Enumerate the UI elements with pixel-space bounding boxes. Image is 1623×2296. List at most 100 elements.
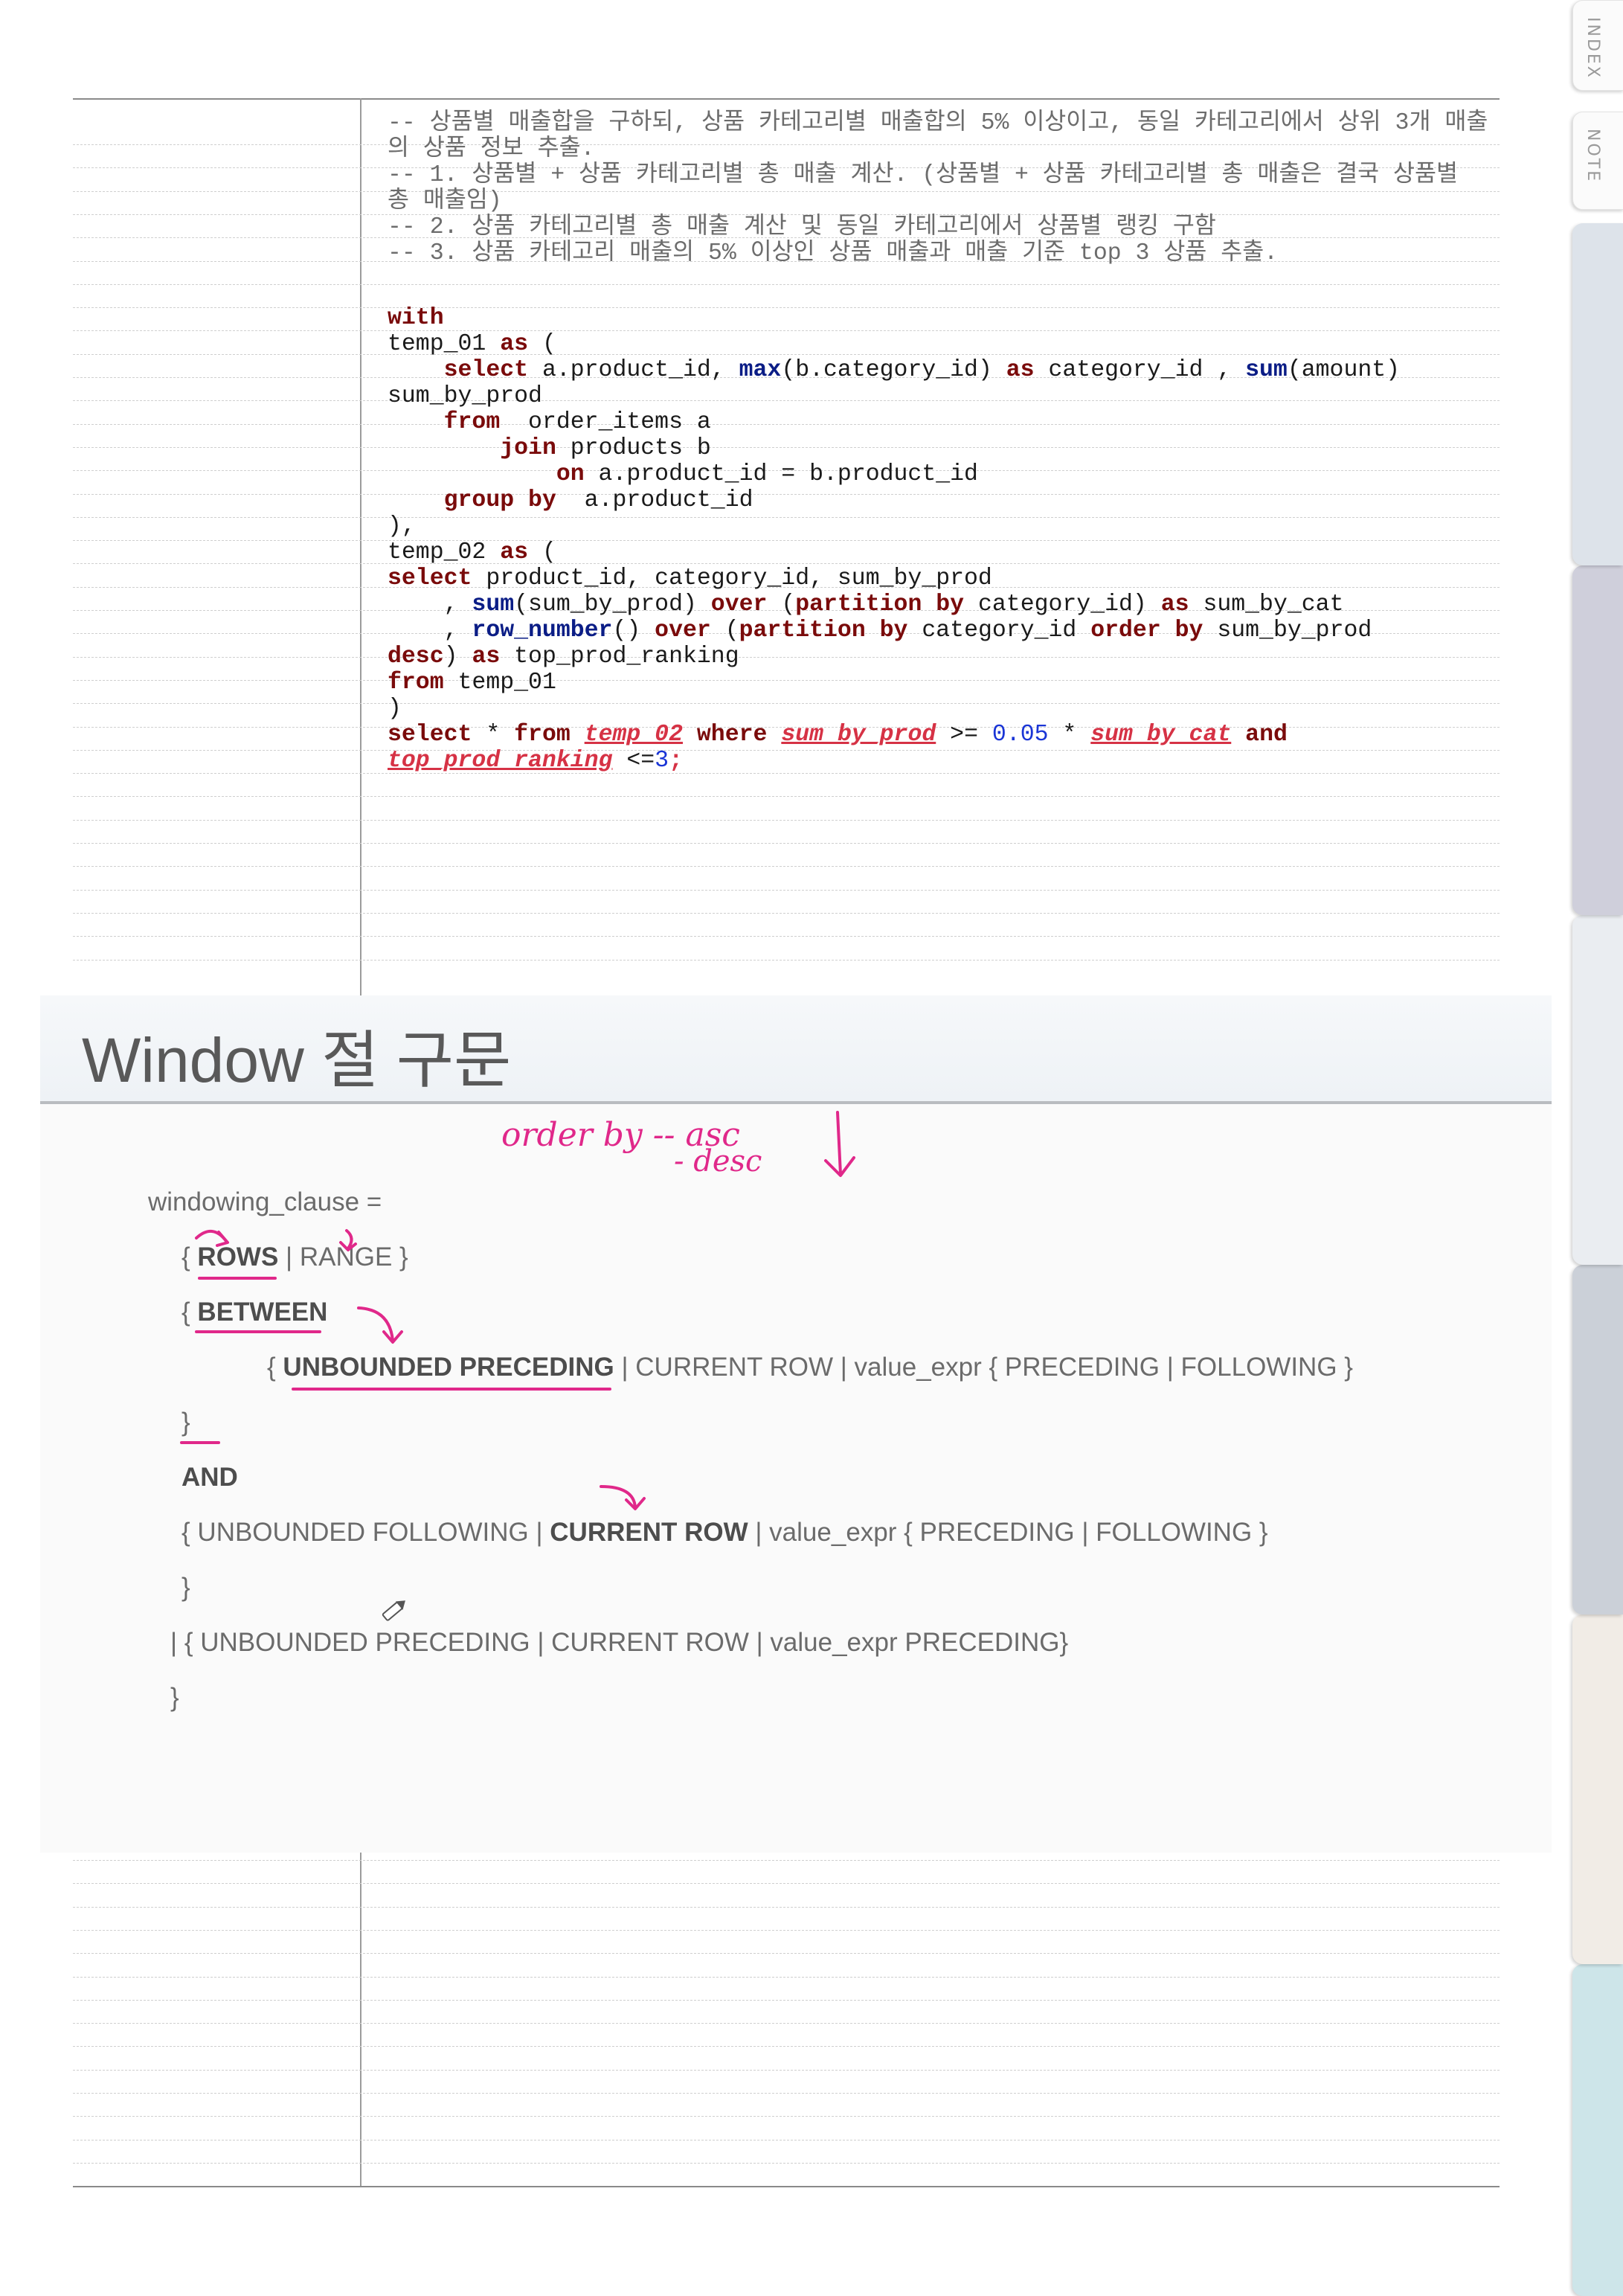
code-text: ( [528,331,556,357]
code-hl: sum_by_prod [781,722,936,748]
curved-arrow-icon [600,1485,646,1510]
ruled-line [73,353,1500,355]
code-comment-line: -- 1. 상품별 + 상품 카테고리별 총 매출 계산. (상품별 + 상품 … [388,162,1458,188]
code-line: ) [388,696,402,722]
tab-color-6[interactable] [1572,1614,1623,1964]
code-text: >= [936,722,992,748]
code-kw: group by [443,487,556,513]
handwritten-annotations: order by -- asc - desc [180,1111,855,1621]
code-text: (b.category_id) [781,357,1006,383]
tab-label: NOTE [1584,129,1602,184]
ruled-line [73,493,1500,495]
ruled-line [73,563,1500,565]
tab-index[interactable]: INDEX [1572,0,1623,91]
code-kw: as [1006,357,1035,383]
ruled-line [73,889,1500,891]
page-top-rule [73,98,1500,100]
code-line: top_prod_ranking <=3; [388,748,683,774]
code-text: temp_01 [443,670,556,696]
code-kw: from [388,670,444,696]
code-text: (amount) [1287,357,1401,383]
code-line: join products b [388,435,711,461]
code-kw: from [443,409,501,435]
code-kw: over [710,591,768,618]
code-line: with [388,305,444,331]
ruled-line [73,2093,1500,2094]
code-num: 0.05 [992,722,1049,748]
code-text: <= [612,748,655,774]
code-text: a.product_id, [528,357,739,383]
ruled-line [73,843,1500,844]
ruled-line [73,656,1500,658]
margin-line [360,1853,361,2186]
ruled-line [73,959,1500,961]
ruled-line [73,1929,1500,1931]
ruled-line [73,703,1500,705]
code-kw: order by [1090,618,1203,644]
tab-color-3[interactable] [1572,565,1623,915]
tab-color-5[interactable] [1572,1265,1623,1614]
code-text: () [612,618,655,644]
code-text: temp_02 [388,539,501,565]
code-comment-line: 의 상품 정보 추출. [388,136,595,162]
code-text: ), [388,513,416,539]
code-text: category_id , [1034,357,1246,383]
code-line: select a.product_id, max(b.category_id) … [388,357,1400,383]
tab-note[interactable]: NOTE [1572,112,1623,210]
ruled-line [73,749,1500,751]
tab-color-2[interactable] [1572,223,1623,565]
code-fn: row_number [472,618,613,644]
code-text: ) [388,696,402,722]
code-text: category_id) [964,591,1161,618]
code-kw: select [443,357,529,383]
code-text: product_id, category_id, sum_by_prod [472,565,992,591]
code-text: * [472,722,515,748]
code-num: 3 [655,748,669,774]
ruled-line [73,1976,1500,1978]
code-text: , [388,618,472,644]
code-line: desc) as top_prod_ranking [388,644,739,670]
code-line: , row_number() over (partition by catego… [388,618,1372,644]
ruled-line [73,446,1500,448]
ruled-line [73,330,1500,332]
code-kw: partition by [739,618,908,644]
code-text: ( [767,591,796,618]
ruled-line [73,2069,1500,2071]
code-text: ( [710,618,739,644]
code-semi: ; [669,748,683,774]
ruled-line [73,936,1500,937]
ruled-line [73,2162,1500,2164]
tab-color-4[interactable] [1572,915,1623,1265]
code-line: select product_id, category_id, sum_by_p… [388,565,992,591]
ruled-line [73,540,1500,542]
code-hl: top_prod_ranking [388,748,613,774]
tab-color-7[interactable] [1572,1964,1623,2296]
tab-label: INDEX [1584,17,1602,80]
code-text: , [388,591,472,618]
code-fn: sum [472,591,515,618]
code-kw: partition by [795,591,965,618]
code-kw: select [388,565,472,591]
code-text: sum_by_prod [1203,618,1372,644]
code-text: sum_by_cat [1189,591,1344,618]
code-text: sum_by_prod [388,383,542,409]
code-line: group by a.product_id [388,487,753,513]
code-kw: select [388,722,472,748]
ruled-line [73,866,1500,868]
code-kw: as [1160,591,1189,618]
ruled-line [73,516,1500,518]
code-kw: with [388,305,444,331]
margin-line [360,98,361,995]
code-fn: sum [1245,357,1288,383]
code-text: a.product_id [556,487,753,513]
ruled-line [73,144,1500,145]
code-text: top_prod_ranking [500,644,739,670]
code-hl: sum_by_cat [1090,722,1232,748]
